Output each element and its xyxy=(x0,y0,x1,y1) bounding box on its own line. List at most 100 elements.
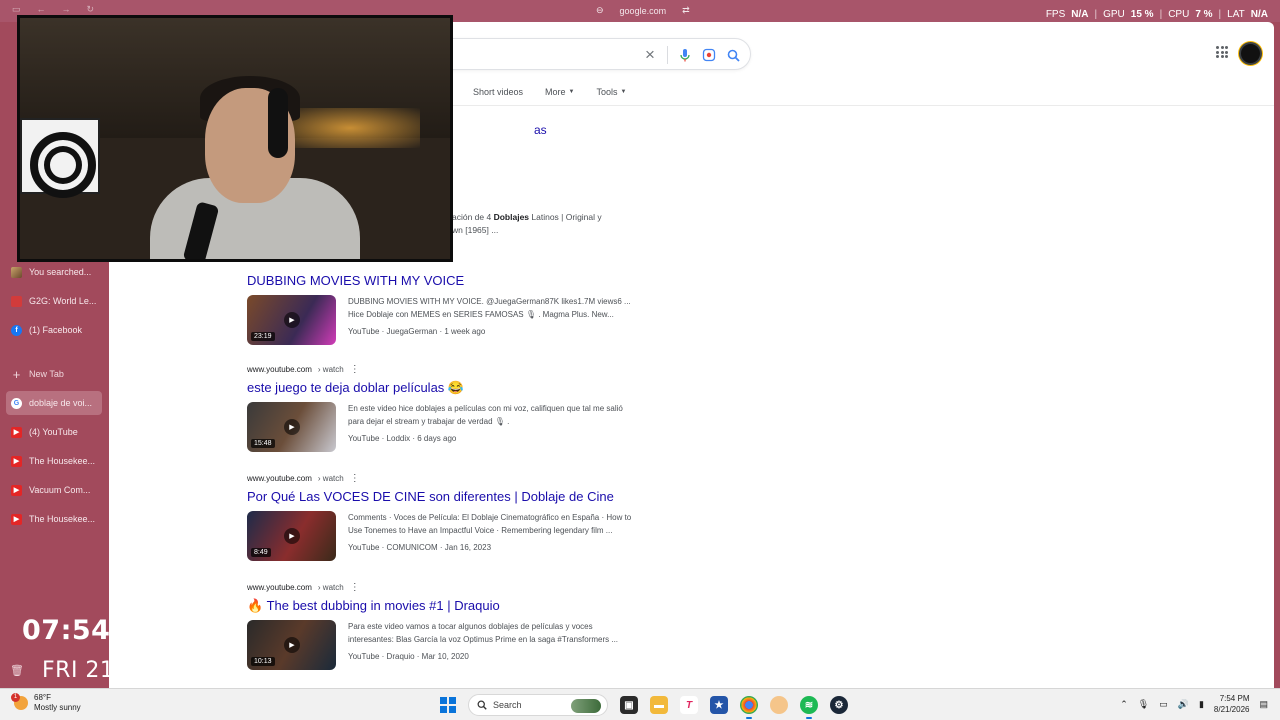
result-title[interactable]: DUBBING MOVIES WITH MY VOICE xyxy=(247,273,647,290)
taskbar-time: 7:54 PM xyxy=(1219,694,1250,703)
webcam-overlay xyxy=(17,15,453,262)
new-tab-button[interactable]: + New Tab xyxy=(6,362,102,386)
new-tab-label: New Tab xyxy=(29,369,64,379)
video-thumbnail[interactable]: ▶ 10:13 xyxy=(247,620,336,670)
youtube-icon: ▶ xyxy=(11,426,22,438)
result-text: En este video hice doblajes a películas … xyxy=(348,402,640,452)
game-app-icon[interactable]: ★ xyxy=(710,696,728,714)
result-body: ▶ 10:13 Para este video vamos a tocar al… xyxy=(247,620,647,670)
sidebar-tab-housekeeper-2[interactable]: ▶ The Housekee... xyxy=(6,507,102,531)
facebook-icon: f xyxy=(11,324,22,336)
system-tray: ⌃ 🎙 ▭ 🔊 ▮ 7:54 PM 8/21/2026 ▤ xyxy=(1120,693,1268,715)
network-icon[interactable]: ▭ xyxy=(1159,699,1168,710)
play-icon: ▶ xyxy=(284,528,300,544)
trash-icon[interactable]: 🗑 xyxy=(10,664,24,677)
microphone-icon[interactable] xyxy=(678,48,692,62)
sidebar-tab-vacuum[interactable]: ▶ Vacuum Com... xyxy=(6,478,102,502)
chevron-up-icon[interactable]: ⌃ xyxy=(1120,699,1128,710)
clear-icon[interactable]: × xyxy=(643,46,657,63)
search-icon[interactable] xyxy=(726,48,740,62)
overlay-clock: 07:54:40 PM xyxy=(22,615,218,646)
performance-overlay: FPS N/A | GPU 15 % | CPU 7 % | LAT N/A xyxy=(1046,9,1268,20)
search-icon xyxy=(477,700,487,710)
video-duration: 15:48 xyxy=(251,439,275,448)
address-bar[interactable]: ⊖ google.com ⇄ xyxy=(596,5,690,16)
file-explorer-icon[interactable]: ▬ xyxy=(650,696,668,714)
microphone-tray-icon[interactable]: 🎙 xyxy=(1138,699,1149,710)
google-icon: G xyxy=(11,397,22,409)
tab-tools[interactable]: Tools ▼ xyxy=(597,87,627,97)
cite-domain[interactable]: www.youtube.com xyxy=(247,583,312,592)
task-view-icon[interactable]: ▣ xyxy=(620,696,638,714)
result-body: ▶ 15:48 En este video hice doblajes a pe… xyxy=(247,402,647,452)
tune-icon[interactable]: ⇄ xyxy=(682,5,690,16)
volume-icon[interactable]: 🔊 xyxy=(1178,699,1189,710)
separator: | xyxy=(1094,9,1098,20)
sidebar-tab-you-searched[interactable]: You searched... xyxy=(6,260,102,284)
sidebar-tab-g2g[interactable]: G2G: World Le... xyxy=(6,289,102,313)
google-apps-icon[interactable] xyxy=(1216,46,1228,58)
sidebar-tab-facebook[interactable]: f (1) Facebook xyxy=(6,318,102,342)
account-avatar[interactable] xyxy=(1239,42,1262,65)
result-title[interactable]: este juego te deja doblar películas 😂 xyxy=(247,380,647,397)
spotify-icon[interactable]: ≋ xyxy=(800,696,818,719)
tab-label: (1) Facebook xyxy=(29,325,83,335)
result-title[interactable]: 🔥 The best dubbing in movies #1 | Draqui… xyxy=(247,598,647,615)
overlay-date: FRI 21 AUG 26 xyxy=(42,658,208,683)
partial-result-link[interactable]: as xyxy=(534,123,547,137)
video-thumbnail[interactable]: ▶ 8:49 xyxy=(247,511,336,561)
clock-seconds: :40 PM xyxy=(110,615,218,646)
cite-domain[interactable]: www.youtube.com xyxy=(247,474,312,483)
windows-start-icon[interactable] xyxy=(440,697,456,713)
link-icon: ⊖ xyxy=(596,5,604,15)
tab-label: You searched... xyxy=(29,267,92,277)
fps-value: N/A xyxy=(1071,9,1089,20)
cite-domain[interactable]: www.youtube.com xyxy=(247,365,312,374)
lat-value: N/A xyxy=(1250,9,1268,20)
video-duration: 10:13 xyxy=(251,657,275,666)
tab-label: The Housekee... xyxy=(29,514,96,524)
tab-more-label: More xyxy=(545,87,566,97)
url-text[interactable]: google.com xyxy=(620,6,667,16)
notifications-icon[interactable]: ▤ xyxy=(1259,699,1268,710)
fps-label: FPS xyxy=(1045,9,1066,20)
more-options-icon[interactable]: ⋮ xyxy=(350,473,360,484)
video-thumbnail[interactable]: ▶ 23:19 xyxy=(247,295,336,345)
result-snippet: DUBBING MOVIES WITH MY VOICE. @JuegaGerm… xyxy=(348,297,631,319)
result-body: ▶ 8:49 Comments · Voces de Película: El … xyxy=(247,511,647,561)
tab-label: The Housekee... xyxy=(29,456,96,466)
taskbar-clock[interactable]: 7:54 PM 8/21/2026 xyxy=(1214,693,1250,715)
forward-icon[interactable]: → xyxy=(62,4,71,15)
result-body: ▶ 23:19 DUBBING MOVIES WITH MY VOICE. @J… xyxy=(247,295,647,345)
weather-widget[interactable]: 1 68°F Mostly sunny xyxy=(11,693,81,713)
reload-icon[interactable]: ↻ xyxy=(87,4,95,15)
webcam-light xyxy=(280,108,420,148)
snippet-text: Latinos | Original y xyxy=(529,212,602,222)
result-source: YouTube · JuegaGerman · 1 week ago xyxy=(348,327,486,336)
search-filter-tabs: ms Short videos More▼ Tools▼ xyxy=(439,87,626,97)
caret-down-icon: ▼ xyxy=(568,89,575,95)
result-title[interactable]: Por Qué Las VOCES DE CINE son diferentes… xyxy=(247,489,647,506)
chrome-icon[interactable] xyxy=(740,696,758,719)
result-snippet: Comments · Voces de Película: El Doblaje… xyxy=(348,513,632,535)
browser-app-icon[interactable] xyxy=(770,696,788,714)
battery-icon[interactable]: ▮ xyxy=(1199,699,1204,710)
tab-short-videos[interactable]: Short videos xyxy=(473,87,523,97)
video-duration: 23:19 xyxy=(251,332,275,341)
search-highlight-image xyxy=(571,699,601,713)
video-thumbnail[interactable]: ▶ 15:48 xyxy=(247,402,336,452)
sidebar-toggle-icon[interactable]: ▭ xyxy=(12,4,21,15)
tab-more[interactable]: More ▼ xyxy=(545,87,574,97)
result-cite: www.youtube.com › watch ⋮ xyxy=(247,363,647,375)
lens-icon[interactable] xyxy=(702,48,716,62)
more-options-icon[interactable]: ⋮ xyxy=(350,364,360,375)
taskbar-search[interactable]: Search xyxy=(468,694,608,716)
text-app-icon[interactable]: T xyxy=(680,696,698,714)
sidebar-tab-youtube[interactable]: ▶ (4) YouTube xyxy=(6,420,102,444)
sidebar-tab-google-search[interactable]: G doblaje de voi... xyxy=(6,391,102,415)
steam-icon[interactable]: ⚙ xyxy=(830,696,848,714)
play-icon: ▶ xyxy=(284,419,300,435)
sidebar-tab-housekeeper-1[interactable]: ▶ The Housekee... xyxy=(6,449,102,473)
back-icon[interactable]: ← xyxy=(37,4,46,15)
more-options-icon[interactable]: ⋮ xyxy=(350,582,360,593)
